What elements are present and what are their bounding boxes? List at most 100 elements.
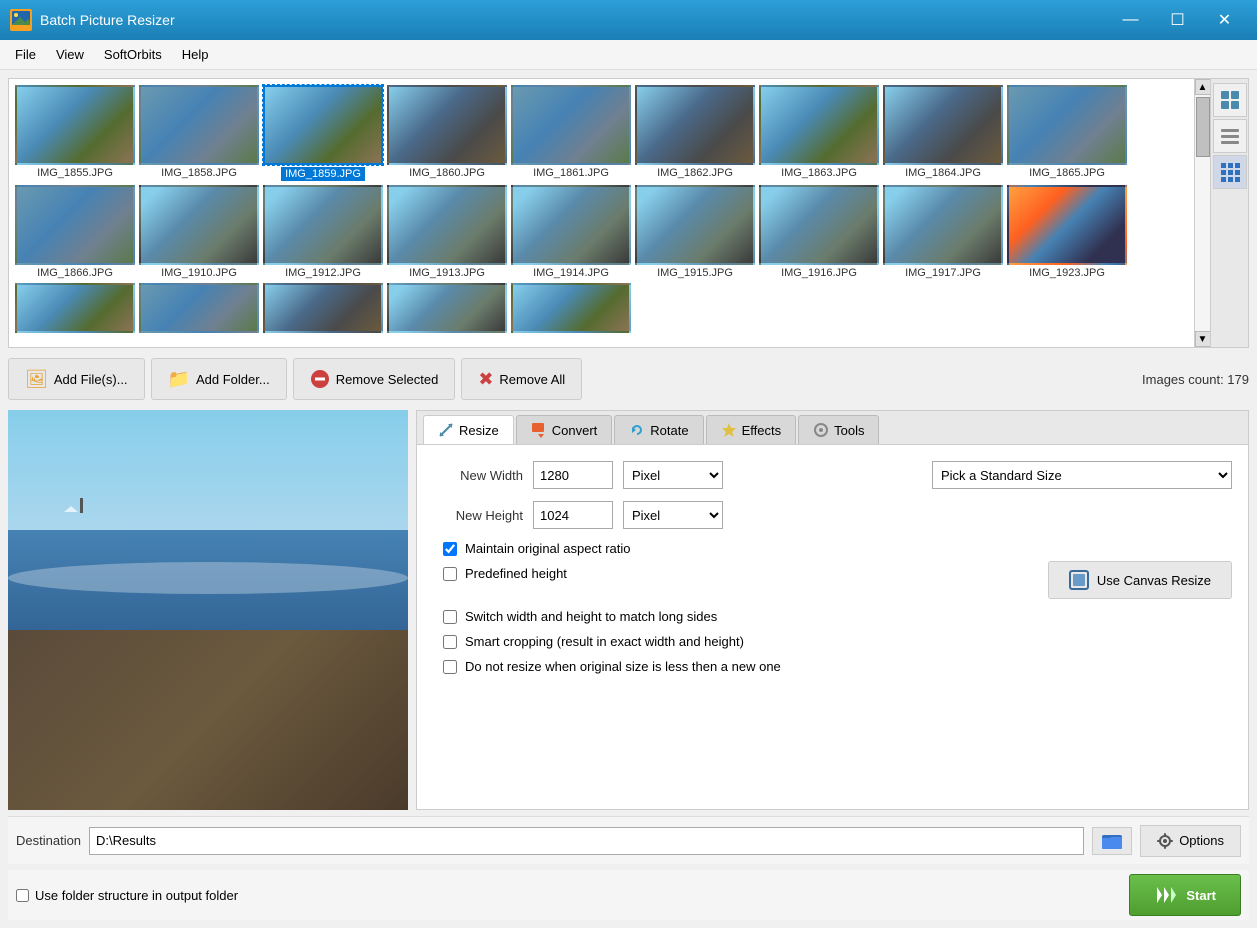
menu-file[interactable]: File [5, 43, 46, 66]
predefined-height-label: Predefined height [465, 566, 567, 581]
list-item[interactable] [387, 283, 507, 333]
width-unit-select[interactable]: Pixel Percent Inch CM [623, 461, 723, 489]
canvas-resize-icon [1069, 570, 1089, 590]
options-gear-icon [1157, 833, 1173, 849]
list-item[interactable]: IMG_1912.JPG [263, 185, 383, 279]
do-not-resize-row: Do not resize when original size is less… [443, 659, 1232, 674]
close-button[interactable]: ✕ [1202, 0, 1247, 40]
width-input[interactable] [533, 461, 613, 489]
list-item[interactable]: IMG_1916.JPG [759, 185, 879, 279]
list-item[interactable] [139, 283, 259, 333]
smart-cropping-checkbox[interactable] [443, 635, 457, 649]
list-item[interactable]: IMG_1923.JPG [1007, 185, 1127, 279]
gallery-row-1: IMG_1855.JPG IMG_1858.JPG IMG_1859.JPG I… [15, 85, 1188, 181]
list-item[interactable]: IMG_1855.JPG [15, 85, 135, 181]
convert-icon [531, 422, 547, 438]
effects-icon [721, 422, 737, 438]
images-count: Images count: 179 [1142, 372, 1249, 387]
menu-help[interactable]: Help [172, 43, 219, 66]
width-row: New Width Pixel Percent Inch CM Pick a S… [433, 461, 1232, 489]
list-item[interactable]: IMG_1866.JPG [15, 185, 135, 279]
folder-structure-label: Use folder structure in output folder [35, 888, 238, 903]
new-height-label: New Height [433, 508, 523, 523]
gallery-scroll: IMG_1855.JPG IMG_1858.JPG IMG_1859.JPG I… [9, 79, 1194, 347]
menu-bar: File View SoftOrbits Help [0, 40, 1257, 70]
menu-view[interactable]: View [46, 43, 94, 66]
switch-width-height-checkbox[interactable] [443, 610, 457, 624]
scroll-down-button[interactable]: ▼ [1195, 331, 1211, 347]
main-content: IMG_1855.JPG IMG_1858.JPG IMG_1859.JPG I… [0, 70, 1257, 928]
resize-tab-content: New Width Pixel Percent Inch CM Pick a S… [416, 445, 1249, 810]
add-folder-button[interactable]: 📁 Add Folder... [151, 358, 287, 400]
footer-bar: Use folder structure in output folder St… [8, 870, 1249, 920]
view-list-button[interactable] [1213, 119, 1247, 153]
height-unit-select[interactable]: Pixel Percent Inch CM [623, 501, 723, 529]
list-item[interactable]: IMG_1861.JPG [511, 85, 631, 181]
tab-convert[interactable]: Convert [516, 415, 613, 444]
list-item[interactable]: IMG_1910.JPG [139, 185, 259, 279]
bottom-section: Resize Convert Rotate [8, 410, 1249, 810]
gallery-container: IMG_1855.JPG IMG_1858.JPG IMG_1859.JPG I… [8, 78, 1211, 348]
tab-effects[interactable]: Effects [706, 415, 797, 444]
remove-selected-button[interactable]: Remove Selected [293, 358, 456, 400]
list-item[interactable]: IMG_1914.JPG [511, 185, 631, 279]
right-panel: Resize Convert Rotate [416, 410, 1249, 810]
destination-browse-button[interactable] [1092, 827, 1132, 855]
list-item[interactable]: IMG_1864.JPG [883, 85, 1003, 181]
predefined-height-checkbox[interactable] [443, 567, 457, 581]
use-canvas-resize-button[interactable]: Use Canvas Resize [1048, 561, 1232, 599]
list-item[interactable]: IMG_1862.JPG [635, 85, 755, 181]
add-files-button[interactable]: 🖼 Add File(s)... [8, 358, 145, 400]
scroll-thumb[interactable] [1196, 97, 1210, 157]
options-button[interactable]: Options [1140, 825, 1241, 857]
smart-cropping-row: Smart cropping (result in exact width an… [443, 634, 1232, 649]
tab-rotate[interactable]: Rotate [614, 415, 703, 444]
start-button[interactable]: Start [1129, 874, 1241, 916]
new-width-label: New Width [433, 468, 523, 483]
switch-width-height-row: Switch width and height to match long si… [443, 609, 1232, 624]
title-bar: Batch Picture Resizer — ☐ ✕ [0, 0, 1257, 40]
scroll-up-button[interactable]: ▲ [1195, 79, 1211, 95]
do-not-resize-checkbox[interactable] [443, 660, 457, 674]
switch-width-height-label: Switch width and height to match long si… [465, 609, 717, 624]
height-row: New Height Pixel Percent Inch CM [433, 501, 1232, 529]
menu-softorbits[interactable]: SoftOrbits [94, 43, 172, 66]
scroll-track[interactable] [1195, 95, 1210, 331]
list-item[interactable]: IMG_1859.JPG [263, 85, 383, 181]
rotate-icon [629, 422, 645, 438]
standard-size-select[interactable]: Pick a Standard Size [932, 461, 1232, 489]
list-item[interactable]: IMG_1915.JPG [635, 185, 755, 279]
minimize-button[interactable]: — [1108, 0, 1153, 40]
folder-structure-checkbox[interactable] [16, 889, 29, 902]
tab-resize[interactable]: Resize [423, 415, 514, 444]
list-item[interactable]: IMG_1860.JPG [387, 85, 507, 181]
list-item[interactable]: IMG_1913.JPG [387, 185, 507, 279]
maximize-button[interactable]: ☐ [1155, 0, 1200, 40]
tools-icon [813, 422, 829, 438]
list-item[interactable] [15, 283, 135, 333]
tabs-bar: Resize Convert Rotate [416, 410, 1249, 445]
gallery-scrollbar[interactable]: ▲ ▼ [1194, 79, 1210, 347]
list-item[interactable]: IMG_1858.JPG [139, 85, 259, 181]
do-not-resize-label: Do not resize when original size is less… [465, 659, 781, 674]
app-title: Batch Picture Resizer [40, 12, 1108, 28]
list-item[interactable]: IMG_1863.JPG [759, 85, 879, 181]
height-input[interactable] [533, 501, 613, 529]
list-item[interactable]: IMG_1917.JPG [883, 185, 1003, 279]
gallery-row-3 [15, 283, 1188, 333]
list-item[interactable] [263, 283, 383, 333]
add-files-icon: 🖼 [25, 369, 48, 390]
view-grid-button[interactable] [1213, 155, 1247, 189]
canvas-resize-area: Predefined height Use Canvas Resize [433, 566, 1232, 599]
smart-cropping-label: Smart cropping (result in exact width an… [465, 634, 744, 649]
preview-image [8, 410, 408, 810]
list-item[interactable] [511, 283, 631, 333]
maintain-aspect-checkbox[interactable] [443, 542, 457, 556]
tab-tools[interactable]: Tools [798, 415, 879, 444]
gallery-row-2: IMG_1866.JPG IMG_1910.JPG IMG_1912.JPG I… [15, 185, 1188, 279]
destination-input[interactable] [89, 827, 1084, 855]
remove-selected-icon [310, 369, 330, 389]
view-thumbnails-button[interactable] [1213, 83, 1247, 117]
remove-all-button[interactable]: ✖ Remove All [461, 358, 582, 400]
list-item[interactable]: IMG_1865.JPG [1007, 85, 1127, 181]
